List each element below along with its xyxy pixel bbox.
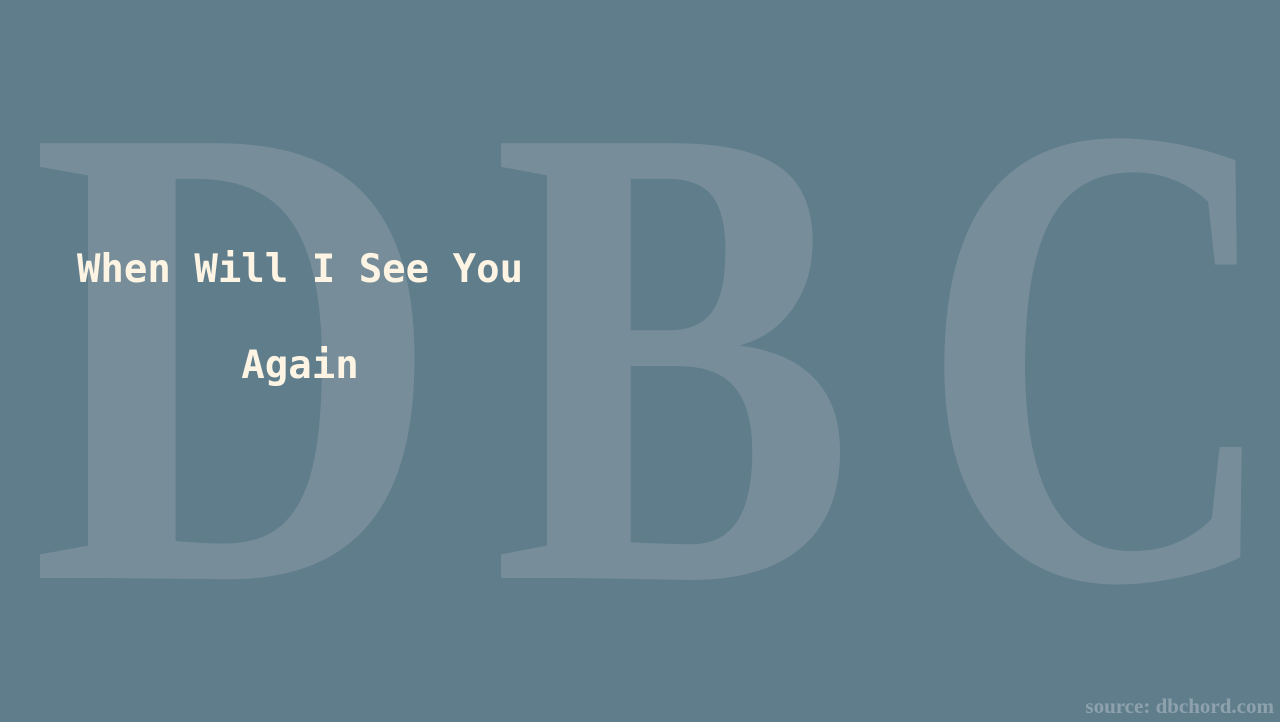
song-title-line-1: When Will I See You [76, 247, 524, 292]
watermark-letter-c: C [920, 0, 1280, 722]
source-credit: source: dbchord.com [1085, 694, 1274, 718]
song-title-line-2: Again [241, 343, 359, 388]
song-title: When Will I See You Again [0, 222, 600, 414]
